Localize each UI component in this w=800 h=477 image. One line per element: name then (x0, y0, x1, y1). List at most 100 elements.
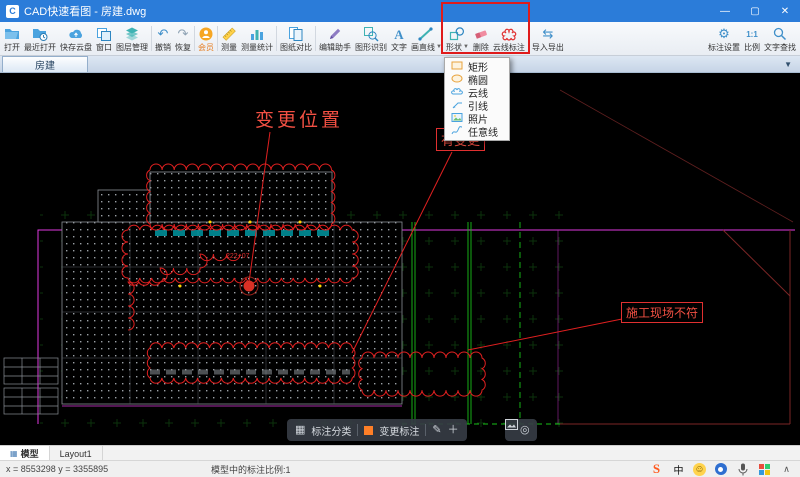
text-search-button[interactable]: 文字查找 (762, 22, 798, 55)
layer-manager-button[interactable]: 图层管理 (114, 22, 150, 55)
menu-item-freehand[interactable]: 任意线 (445, 125, 509, 138)
toolbar-separator (217, 26, 218, 51)
tray-apps-grid-icon[interactable] (757, 462, 772, 477)
close-button[interactable]: ✕ (770, 0, 800, 22)
import-export-icon: ⇆ (542, 26, 553, 43)
tray-microphone-icon[interactable] (735, 462, 750, 477)
freehand-icon (451, 125, 463, 139)
main-toolbar: 打开 最近打开 快存云盘 窗口 图层管理 ↶ 撤销 ↷ 恢复 会员 (0, 22, 800, 56)
cloud-annotation-button[interactable]: 云线标注 (491, 22, 527, 55)
tab-layout1[interactable]: Layout1 (50, 446, 103, 461)
recognize-icon (363, 26, 379, 43)
toolbar-separator (315, 26, 316, 51)
shapes-icon (449, 26, 465, 43)
app-logo-icon: C (6, 5, 19, 18)
document-tab[interactable]: 房建 (2, 56, 88, 72)
chevron-down-icon: ▼ (463, 43, 469, 52)
recent-folder-icon (32, 26, 48, 43)
edit-pencil-icon[interactable]: ✎ (432, 424, 441, 436)
model-grid-icon: ▦ (10, 449, 18, 458)
open-button[interactable]: 打开 (2, 22, 22, 55)
edit-assistant-button[interactable]: 编辑助手 (317, 22, 353, 55)
add-icon[interactable]: ＋ (448, 424, 459, 436)
layers-icon (124, 26, 140, 43)
annotation-scale-text: 模型中的标注比例:1 (211, 463, 291, 476)
separator (425, 424, 426, 436)
windows-icon (96, 26, 112, 43)
tab-model[interactable]: ▦ 模型 (0, 446, 50, 461)
shape-dropdown-menu: 矩形 椭圆 云线 引线 照片 任意线 (444, 57, 510, 141)
separator (357, 424, 358, 436)
search-icon (772, 26, 788, 43)
annotation-site-mismatch[interactable]: 施工现场不符 (621, 302, 703, 323)
measure-stats-button[interactable]: 测量统计 (239, 22, 275, 55)
measure-button[interactable]: 测量 (219, 22, 239, 55)
category-select[interactable]: 变更标注 (379, 423, 419, 438)
rectangle-icon (451, 60, 463, 74)
import-export-button[interactable]: ⇆ 导入导出 (530, 22, 566, 55)
redo-icon: ↷ (178, 26, 189, 43)
compare-sheets-icon (288, 26, 304, 43)
title-bar: C CAD快速看图 - 房建.dwg — ▢ ✕ (0, 0, 800, 22)
cursor-coordinates: x = 8553298 y = 3355895 (6, 464, 156, 474)
member-icon (198, 26, 214, 43)
tray-network-icon[interactable] (713, 462, 728, 477)
tab-list-chevron-icon[interactable]: ▼ (784, 60, 792, 69)
window-button[interactable]: 窗口 (94, 22, 114, 55)
dimension-label: 222+07 (226, 253, 250, 260)
eraser-icon (473, 26, 489, 43)
tray-chevron-up-icon[interactable]: ∧ (779, 462, 794, 477)
toolbar-separator (151, 26, 152, 51)
layout-tab-bar: ▦ 模型 Layout1 (0, 445, 800, 461)
toolbar-separator (528, 26, 529, 51)
status-bar: x = 8553298 y = 3355895 模型中的标注比例:1 S 中 ☺… (0, 460, 800, 477)
undo-icon: ↶ (158, 26, 169, 43)
minimize-button[interactable]: — (710, 0, 740, 22)
redo-button[interactable]: ↷ 恢复 (173, 22, 193, 55)
letter-a-icon: A (394, 26, 403, 43)
toolbar-separator (276, 26, 277, 51)
revision-cloud-icon (501, 26, 517, 43)
recent-open-button[interactable]: 最近打开 (22, 22, 58, 55)
ruler-icon (221, 26, 237, 43)
pencil-assistant-icon (327, 26, 343, 43)
delete-button[interactable]: 删除 (471, 22, 491, 55)
folder-open-icon (4, 26, 20, 43)
drawing-compare-button[interactable]: 图纸对比 (278, 22, 314, 55)
shape-button[interactable]: 形状▼ (444, 22, 471, 55)
chevron-down-icon: ▼ (436, 43, 442, 52)
window-title: CAD快速看图 - 房建.dwg (24, 3, 146, 19)
classify-grid-icon: ▦ (295, 424, 305, 436)
classify-label: 标注分类 (311, 423, 351, 438)
tray-input-method-icon[interactable]: 中 (671, 462, 686, 477)
tray-s-logo-icon[interactable]: S (649, 462, 664, 477)
scale-button[interactable]: 1:1 比例 (742, 22, 762, 55)
ellipse-icon (451, 73, 463, 87)
document-tab-strip: 房建 ▼ (0, 56, 800, 73)
annotation-change-location[interactable]: 变更位置 (255, 105, 343, 132)
undo-button[interactable]: ↶ 撤销 (153, 22, 173, 55)
annotation-mini-panel: ◎ (505, 419, 537, 441)
cloud-line-icon (451, 86, 463, 100)
category-color-swatch (364, 426, 373, 435)
drawing-canvas[interactable]: 222+07 变更位置 有变更 施工现场不符 ▦ 标注分类 变更标注 ✎ ＋ ◎ (0, 72, 800, 445)
line-icon (418, 26, 434, 43)
photo-icon (451, 112, 463, 126)
member-button[interactable]: 会员 (196, 22, 216, 55)
toolbar-separator (194, 26, 195, 51)
maximize-button[interactable]: ▢ (740, 0, 770, 22)
highlighted-tool-group: 形状▼ 删除 云线标注 矩形 椭圆 云线 (444, 22, 527, 55)
cad-drawing: 222+07 (0, 72, 800, 445)
cloud-save-button[interactable]: 快存云盘 (58, 22, 94, 55)
leader-icon (451, 99, 463, 113)
gear-icon: ⚙ (718, 26, 730, 43)
text-button[interactable]: A 文字 (389, 22, 409, 55)
locate-icon[interactable]: ◎ (520, 424, 530, 436)
shape-recognition-button[interactable]: 图形识别 (353, 22, 389, 55)
system-tray: S 中 ☺ ∧ (649, 462, 794, 477)
tray-emoji-icon[interactable]: ☺ (693, 463, 706, 476)
annotation-toolbar: ▦ 标注分类 变更标注 ✎ ＋ (287, 419, 467, 441)
draw-line-button[interactable]: 画直线▼ (409, 22, 444, 55)
annotation-settings-button[interactable]: ⚙ 标注设置 (706, 22, 742, 55)
cloud-icon (68, 26, 84, 43)
